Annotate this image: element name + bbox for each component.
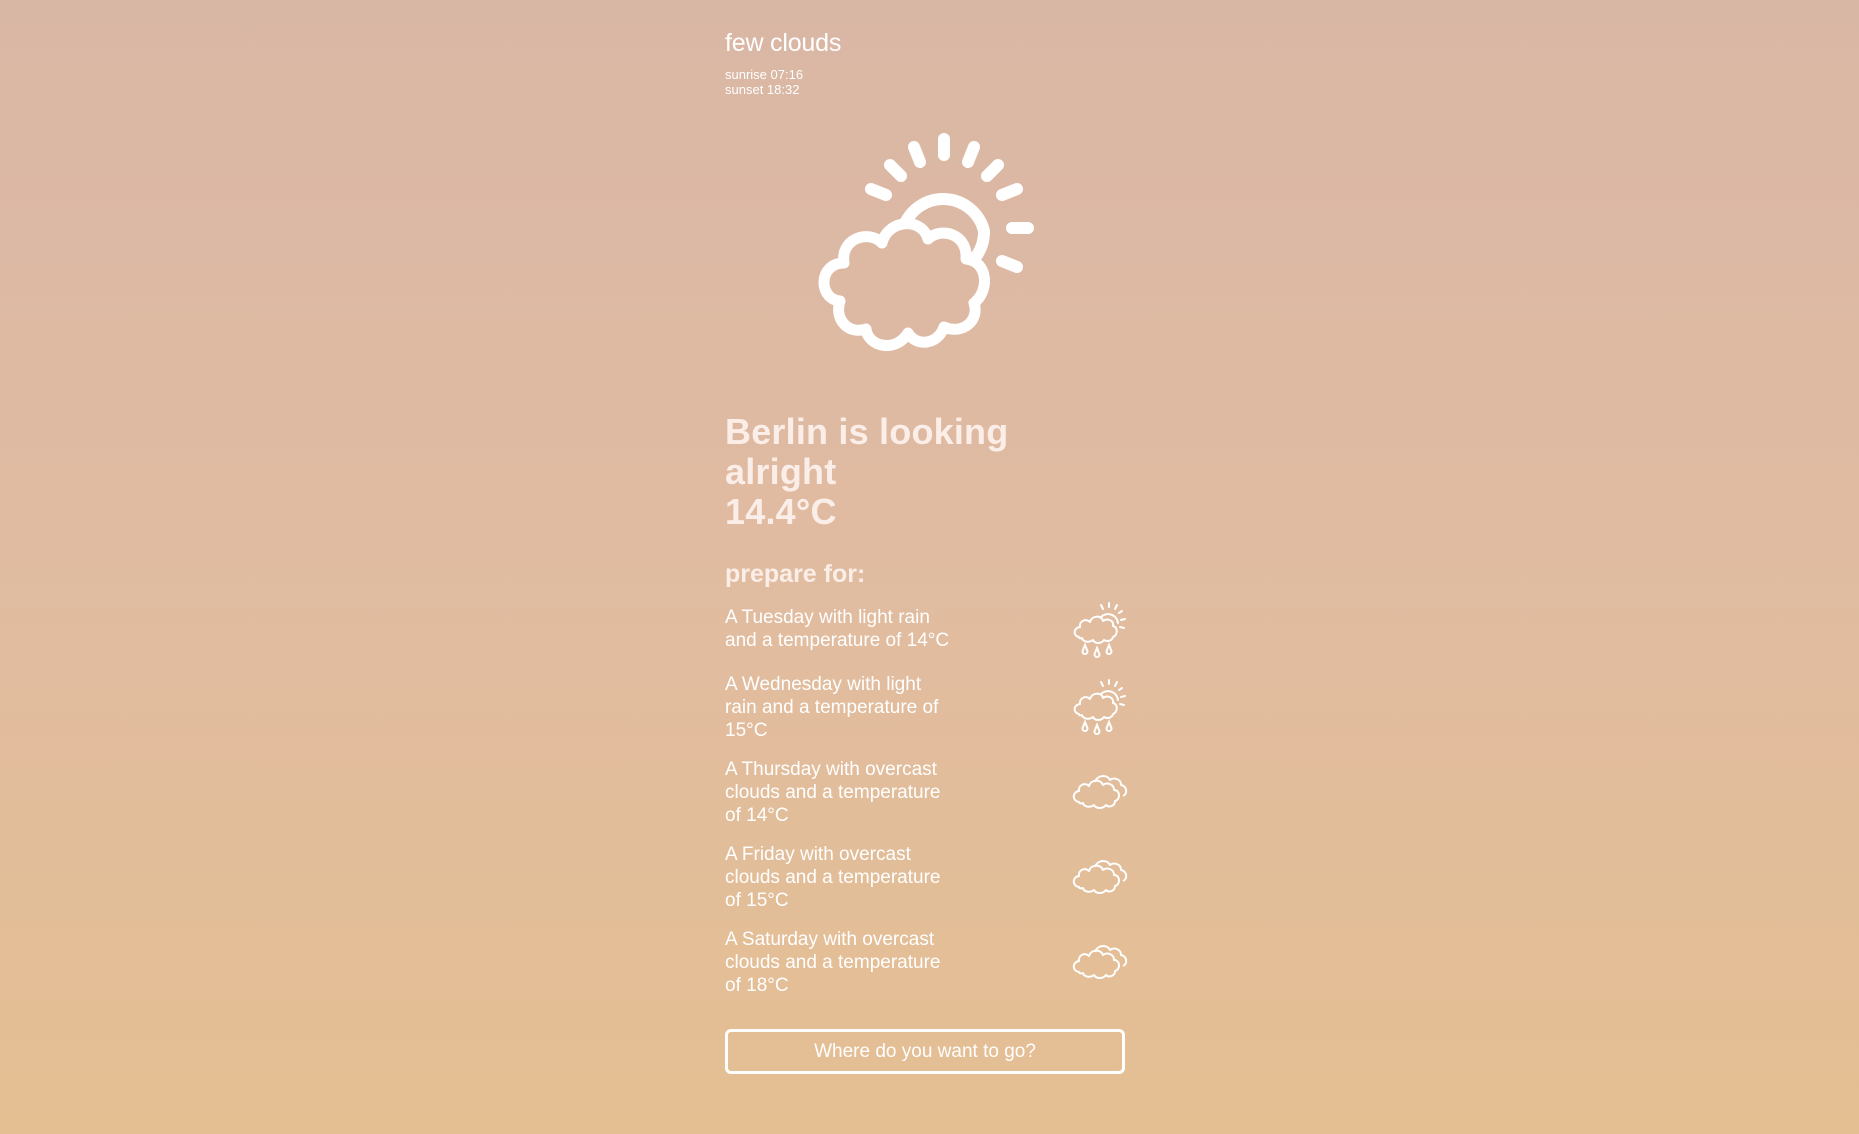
forecast-text: A Thursday with overcast clouds and a te…	[725, 759, 941, 826]
sun-behind-cloud-icon	[804, 131, 1054, 362]
headline-city: Berlin is looking alright	[725, 411, 1009, 492]
forecast-text: A Friday with overcast clouds and a temp…	[725, 844, 941, 911]
clouds-icon	[1071, 764, 1129, 822]
destination-search-input[interactable]	[725, 1029, 1125, 1074]
current-condition: few clouds	[725, 29, 842, 57]
sunset-time: sunset 18:32	[725, 82, 800, 97]
forecast-text: A Wednesday with light rain and a temper…	[725, 674, 939, 741]
sun-times: sunrise 07:16 sunset 18:32	[725, 67, 803, 97]
sun-cloud-rain-icon	[1071, 678, 1129, 736]
forecast-text: A Saturday with overcast clouds and a te…	[725, 929, 941, 996]
forecast-heading: prepare for:	[725, 560, 866, 588]
clouds-icon	[1071, 849, 1129, 907]
headline-temperature: 14.4°C	[725, 491, 837, 532]
forecast-text: A Tuesday with light rain and a temperat…	[725, 607, 950, 651]
clouds-icon	[1071, 934, 1129, 992]
sunrise-time: sunrise 07:16	[725, 67, 804, 82]
sun-cloud-rain-icon	[1071, 601, 1129, 659]
headline: Berlin is looking alright 14.4°C	[725, 412, 1130, 532]
